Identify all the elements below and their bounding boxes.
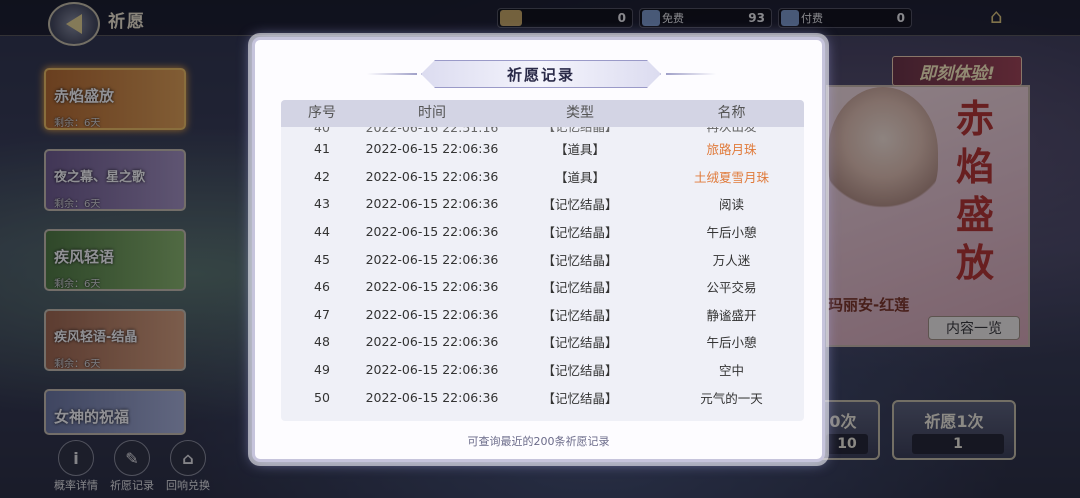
row-type: 【记忆结晶】: [542, 335, 618, 351]
row-time: 2022-06-15 22:06:36: [365, 362, 499, 378]
row-name: 空中: [718, 363, 744, 379]
table-row: 42 2022-06-15 22:06:36 【道具】 土绒夏雪月珠: [281, 163, 804, 191]
table-row: 49 2022-06-15 22:06:36 【记忆结晶】 空中: [281, 356, 804, 384]
table-row: 46 2022-06-15 22:06:36 【记忆结晶】 公平交易: [281, 273, 804, 301]
row-number: 45: [314, 251, 330, 267]
row-type: 【记忆结晶】: [542, 252, 618, 268]
history-limit-note: 可查询最近的200条祈愿记录: [467, 435, 610, 448]
row-name: 公平交易: [706, 280, 757, 296]
row-name: 阅读: [718, 197, 744, 213]
row-type: 【记忆结晶】: [542, 225, 618, 241]
row-time: 2022-06-15 22:06:36: [365, 196, 499, 212]
row-number: 42: [314, 168, 330, 184]
header-number: 序号: [308, 105, 336, 121]
table-row: 44 2022-06-15 22:06:36 【记忆结晶】 午后小憩: [281, 218, 804, 246]
row-type: 【记忆结晶】: [542, 390, 618, 406]
row-name: 旅路月珠: [706, 142, 757, 158]
row-type: 【记忆结晶】: [542, 280, 618, 296]
header-type: 类型: [566, 105, 594, 121]
table-row: 47 2022-06-15 22:06:36 【记忆结晶】 静谧盛开: [281, 301, 804, 329]
row-number: 49: [314, 362, 330, 378]
header-name: 名称: [717, 105, 746, 121]
table-row: 41 2022-06-15 22:06:36 【道具】 旅路月珠: [281, 135, 804, 163]
row-number: 50: [314, 389, 330, 405]
wish-history-dialog: 祈愿记录 序号 时间 类型 名称 40 2022-06-16 22:51:16 …: [252, 37, 825, 462]
row-time: 2022-06-15 22:06:36: [365, 334, 499, 350]
row-name: 万人迷: [712, 252, 751, 268]
row-name: 午后小憩: [706, 335, 757, 351]
dialog-title-plate: 祈愿记录: [421, 60, 661, 88]
row-time: 2022-06-15 22:06:36: [365, 168, 499, 184]
row-name: 元气的一天: [700, 390, 763, 406]
row-name: 土绒夏雪月珠: [693, 169, 769, 185]
row-type: 【记忆结晶】: [542, 197, 618, 213]
row-name: 午后小憩: [706, 225, 757, 241]
row-type: 【道具】: [554, 142, 605, 158]
row-type: 【道具】: [554, 169, 605, 185]
row-number: 47: [314, 306, 330, 322]
row-number: 44: [314, 224, 330, 240]
row-type: 【记忆结晶】: [542, 307, 618, 323]
table-body[interactable]: 40 2022-06-16 22:51:16 【记忆结晶】 再次出发 41 202…: [281, 127, 804, 411]
row-number: 41: [314, 141, 330, 157]
row-number: 48: [314, 334, 330, 350]
title-divider-right: [666, 73, 716, 75]
history-table[interactable]: 序号 时间 类型 名称 40 2022-06-16 22:51:16 【记忆结晶…: [281, 100, 804, 421]
table-row: 48 2022-06-15 22:06:36 【记忆结晶】 午后小憩: [281, 328, 804, 356]
title-divider-left: [367, 73, 417, 75]
row-time: 2022-06-15 22:06:36: [365, 389, 499, 405]
table-row: 50 2022-06-15 22:06:36 【记忆结晶】 元气的一天: [281, 383, 804, 411]
row-time: 2022-06-15 22:06:36: [365, 141, 499, 157]
row-type: 【记忆结晶】: [542, 363, 618, 379]
row-time: 2022-06-15 22:06:36: [365, 279, 499, 295]
table-row: 45 2022-06-15 22:06:36 【记忆结晶】 万人迷: [281, 245, 804, 273]
row-time: 2022-06-15 22:06:36: [365, 224, 499, 240]
row-number: 46: [314, 279, 330, 295]
row-number: 43: [314, 196, 330, 212]
table-header: 序号 时间 类型 名称: [281, 100, 804, 127]
table-row: 43 2022-06-15 22:06:36 【记忆结晶】 阅读: [281, 190, 804, 218]
header-time: 时间: [418, 105, 446, 121]
table-row: 40 2022-06-16 22:51:16 【记忆结晶】 再次出发: [314, 127, 756, 135]
row-name: 静谧盛开: [706, 307, 757, 323]
row-time: 2022-06-15 22:06:36: [365, 251, 499, 267]
row-time: 2022-06-15 22:06:36: [365, 306, 499, 322]
dialog-title: 祈愿记录: [506, 66, 575, 84]
